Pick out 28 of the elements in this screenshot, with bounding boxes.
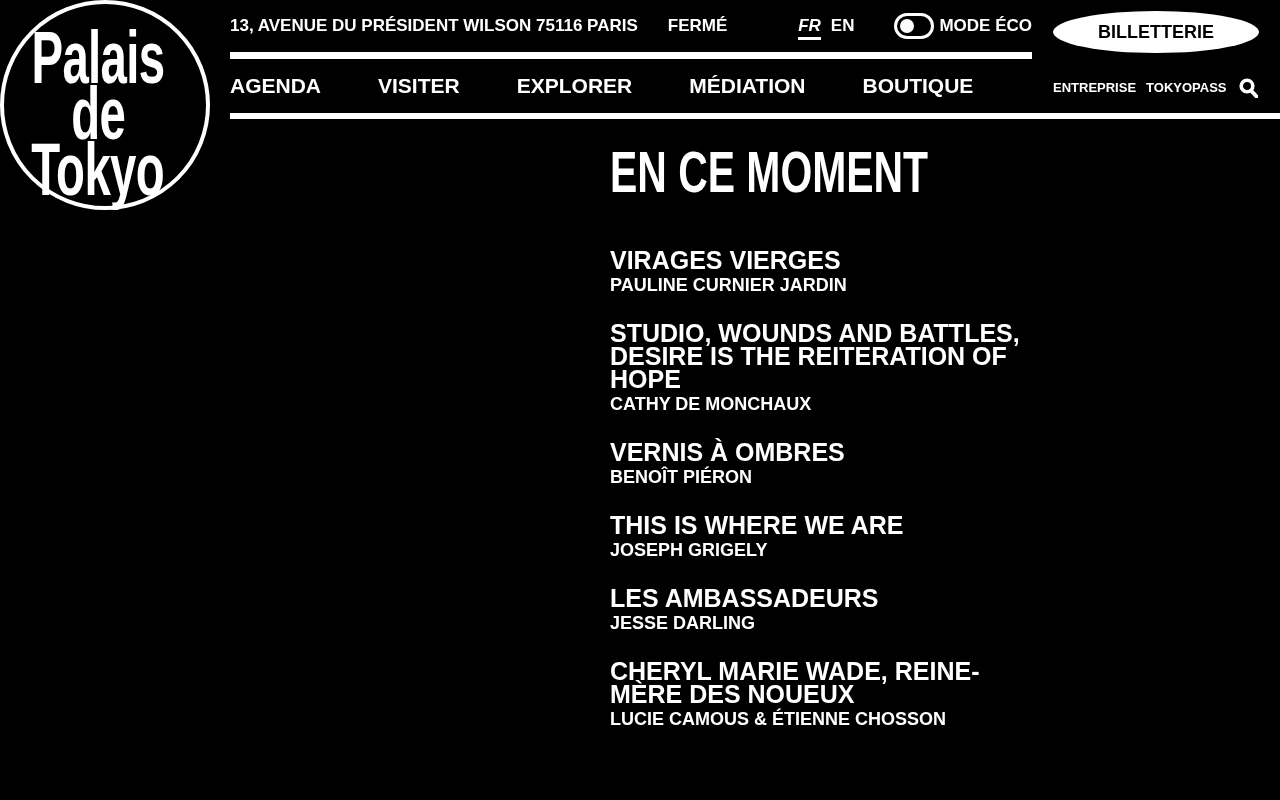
artist-name: CATHY DE MONCHAUX [610,393,813,415]
eco-mode-label: MODE ÉCO [939,15,1032,38]
nav-link[interactable]: VISITER [378,70,460,102]
exhibition-title[interactable]: VIRAGES VIERGES [610,249,1040,272]
language-link[interactable]: FR [798,16,821,40]
artist-name: JOSEPH GRIGELY [610,539,769,561]
nav-link[interactable]: MÉDIATION [689,70,806,102]
opening-status: FERMÉ [667,15,728,38]
artist-name: PAULINE CURNIER JARDIN [610,274,848,296]
logo[interactable]: Palais de Tokyo [0,0,210,210]
section-title: EN CE MOMENT [610,143,929,201]
language-link[interactable]: EN [830,16,855,40]
nav-link[interactable]: BOUTIQUE [862,70,974,102]
artist-name: LUCIE CAMOUS & ÉTIENNE CHOSSON [610,708,948,730]
secondary-link[interactable]: ENTREPRISE [1053,78,1137,98]
secondary-link[interactable]: TOKYOPASS [1146,78,1227,98]
ticket-button[interactable]: BILLETTERIE [1053,11,1259,53]
exhibition-title[interactable]: THIS IS WHERE WE ARE [610,514,1040,537]
exhibition-title[interactable]: CHERYL MARIE WADE, REINE-MÈRE DES NOUEUX [610,660,1040,706]
search-icon[interactable] [1238,78,1258,98]
eco-mode-toggle[interactable] [894,13,935,39]
artist-name: BENOÎT PIÉRON [610,466,753,488]
exhibition-title[interactable]: STUDIO, WOUNDS AND BATTLES, DESIRE IS THE REITERATION OF HOPE [610,322,1040,391]
nav-link[interactable]: EXPLORER [516,70,633,102]
artist-name: JESSE DARLING [610,612,757,634]
address-text: 13, AVENUE DU PRÉSIDENT WILSON 75116 PARIS [230,15,638,38]
nav-link[interactable]: AGENDA [230,70,321,102]
exhibition-title[interactable]: LES AMBASSADEURS [610,587,1040,610]
